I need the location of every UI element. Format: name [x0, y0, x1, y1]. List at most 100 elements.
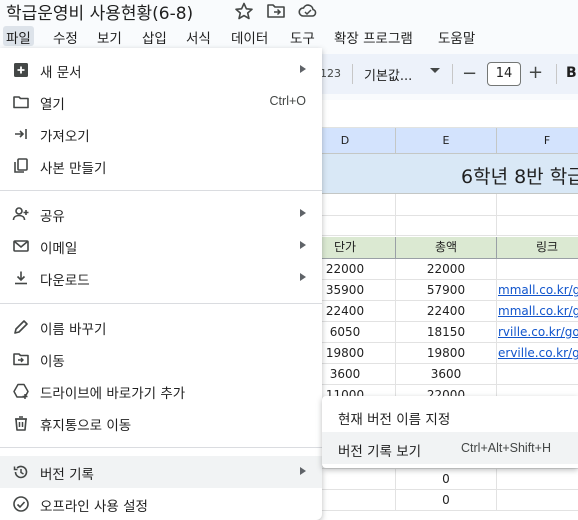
- menu-item-label: 다운로드: [40, 273, 90, 289]
- offline-icon: [13, 496, 29, 512]
- menu-item-label: 이동: [40, 354, 65, 370]
- menu-divider: [0, 447, 322, 448]
- submenu-arrow-icon: [300, 65, 306, 73]
- menu-bar: 파일 수정 보기 삽입 서식 데이터 도구 확장 프로그램 도움말: [0, 24, 578, 48]
- menu-divider: [0, 190, 322, 191]
- drive-shortcut-icon: [13, 383, 29, 399]
- menu-item-open[interactable]: 열기 Ctrl+O: [0, 86, 322, 118]
- menu-file[interactable]: 파일: [3, 26, 34, 47]
- toolbar-divider: [452, 64, 453, 84]
- menu-item-label: 이름 바꾸기: [40, 322, 107, 338]
- menu-data[interactable]: 데이터: [228, 26, 271, 47]
- cell-total[interactable]: 18150: [396, 322, 497, 343]
- menu-item-label: 드라이브에 바로가기 추가: [40, 386, 186, 402]
- empty-cell[interactable]: [497, 216, 578, 236]
- copy-icon: [14, 158, 28, 173]
- header-cell-link[interactable]: 링크: [497, 237, 578, 259]
- submenu-item-label: 현재 버전 이름 지정: [338, 412, 451, 428]
- menu-format[interactable]: 서식: [183, 26, 214, 47]
- menu-item-download[interactable]: 다운로드: [0, 262, 322, 294]
- folder-open-icon: [13, 96, 29, 109]
- star-icon[interactable]: [234, 2, 254, 20]
- cell-total[interactable]: 57900: [396, 280, 497, 301]
- font-family-select[interactable]: 기본값...: [364, 65, 412, 84]
- cell-link[interactable]: [497, 364, 578, 385]
- column-header-f[interactable]: F: [497, 128, 578, 154]
- increase-font-size-button[interactable]: +: [528, 62, 543, 83]
- cell-link[interactable]: erville.co.kr/go: [497, 343, 578, 364]
- menu-item-move[interactable]: 이동: [0, 343, 322, 375]
- cell-link[interactable]: [497, 469, 578, 490]
- share-person-icon: [12, 207, 29, 221]
- bold-button[interactable]: B: [566, 65, 577, 81]
- menu-item-label: 버전 기록: [40, 467, 94, 483]
- cell-link[interactable]: rville.co.kr/go: [497, 322, 578, 343]
- menu-item-rename[interactable]: 이름 바꾸기: [0, 311, 322, 343]
- cell-link[interactable]: mmall.co.kr/go: [497, 280, 578, 301]
- menu-item-share[interactable]: 공유: [0, 198, 322, 230]
- sheet-banner-title: 6학년 8반 학급: [461, 166, 578, 188]
- cell-link[interactable]: mmall.co.kr/go: [497, 301, 578, 322]
- cell-total[interactable]: 19800: [396, 343, 497, 364]
- move-folder-icon: [13, 353, 29, 366]
- rename-pencil-icon: [14, 320, 28, 334]
- menu-item-label: 공유: [40, 209, 65, 225]
- submenu-arrow-icon: [300, 241, 306, 249]
- menu-help[interactable]: 도움말: [435, 26, 478, 47]
- menu-item-trash[interactable]: 휴지통으로 이동: [0, 407, 322, 439]
- menu-view[interactable]: 보기: [94, 26, 125, 47]
- menu-insert[interactable]: 삽입: [139, 26, 170, 47]
- cloud-status-icon[interactable]: [298, 2, 318, 20]
- menu-item-label: 새 문서: [40, 65, 82, 81]
- empty-cell[interactable]: [497, 194, 578, 216]
- column-header-e[interactable]: E: [396, 128, 497, 154]
- menu-item-import[interactable]: 가져오기: [0, 118, 322, 150]
- menu-item-label: 오프라인 사용 설정: [40, 499, 148, 515]
- menu-item-email[interactable]: 이메일: [0, 230, 322, 262]
- submenu-arrow-icon: [300, 467, 306, 475]
- submenu-item-see-version-history[interactable]: 버전 기록 보기 Ctrl+Alt+Shift+H: [322, 432, 578, 464]
- menu-item-version-history[interactable]: 버전 기록: [0, 456, 322, 488]
- cell-total[interactable]: 0: [396, 469, 497, 490]
- menu-item-new[interactable]: 새 문서: [0, 54, 322, 86]
- menu-divider: [0, 303, 322, 304]
- menu-tools[interactable]: 도구: [287, 26, 318, 47]
- empty-cell[interactable]: [396, 216, 497, 236]
- submenu-item-label: 버전 기록 보기: [338, 444, 422, 460]
- cell-total[interactable]: 0: [396, 490, 497, 511]
- submenu-item-shortcut: Ctrl+Alt+Shift+H: [461, 441, 551, 455]
- menu-extensions[interactable]: 확장 프로그램: [331, 26, 416, 47]
- import-icon: [15, 129, 27, 139]
- cell-link[interactable]: [497, 259, 578, 280]
- file-menu: 새 문서 열기 Ctrl+O 가져오기 사본 만들기 공유 이메일 다운로드 이…: [0, 48, 322, 520]
- cell-total[interactable]: 22400: [396, 301, 497, 322]
- new-doc-icon: [14, 63, 28, 77]
- cell-total[interactable]: 3600: [396, 364, 497, 385]
- submenu-arrow-icon: [300, 273, 306, 281]
- menu-item-offline[interactable]: 오프라인 사용 설정: [0, 488, 322, 520]
- document-title[interactable]: 학급운영비 사용현황(6-8): [6, 0, 193, 24]
- menu-item-label: 사본 만들기: [40, 161, 107, 177]
- menu-item-make-copy[interactable]: 사본 만들기: [0, 150, 322, 182]
- chevron-down-icon[interactable]: [430, 68, 440, 73]
- decrease-font-size-button[interactable]: −: [462, 63, 477, 84]
- font-size-input[interactable]: 14: [487, 62, 521, 86]
- move-folder-icon[interactable]: [266, 2, 286, 20]
- empty-cell[interactable]: [396, 194, 497, 216]
- menu-item-label: 열기: [40, 97, 65, 113]
- cell-total[interactable]: 22000: [396, 259, 497, 280]
- menu-item-label: 가져오기: [40, 129, 90, 145]
- sheet-banner[interactable]: 6학년 8반 학급: [322, 154, 578, 194]
- header-cell-total[interactable]: 총액: [396, 237, 497, 259]
- cell-link[interactable]: [497, 490, 578, 511]
- menu-item-add-shortcut[interactable]: 드라이브에 바로가기 추가: [0, 375, 322, 407]
- submenu-arrow-icon: [300, 209, 306, 217]
- email-icon: [13, 240, 29, 252]
- download-icon: [15, 271, 27, 285]
- menu-edit[interactable]: 수정: [50, 26, 81, 47]
- version-history-submenu: 현재 버전 이름 지정 버전 기록 보기 Ctrl+Alt+Shift+H: [322, 396, 578, 468]
- number-format-button[interactable]: 123: [320, 67, 341, 80]
- menu-item-label: 휴지통으로 이동: [40, 418, 132, 434]
- submenu-item-name-version[interactable]: 현재 버전 이름 지정: [322, 400, 578, 432]
- title-bar: 학급운영비 사용현황(6-8): [0, 0, 578, 24]
